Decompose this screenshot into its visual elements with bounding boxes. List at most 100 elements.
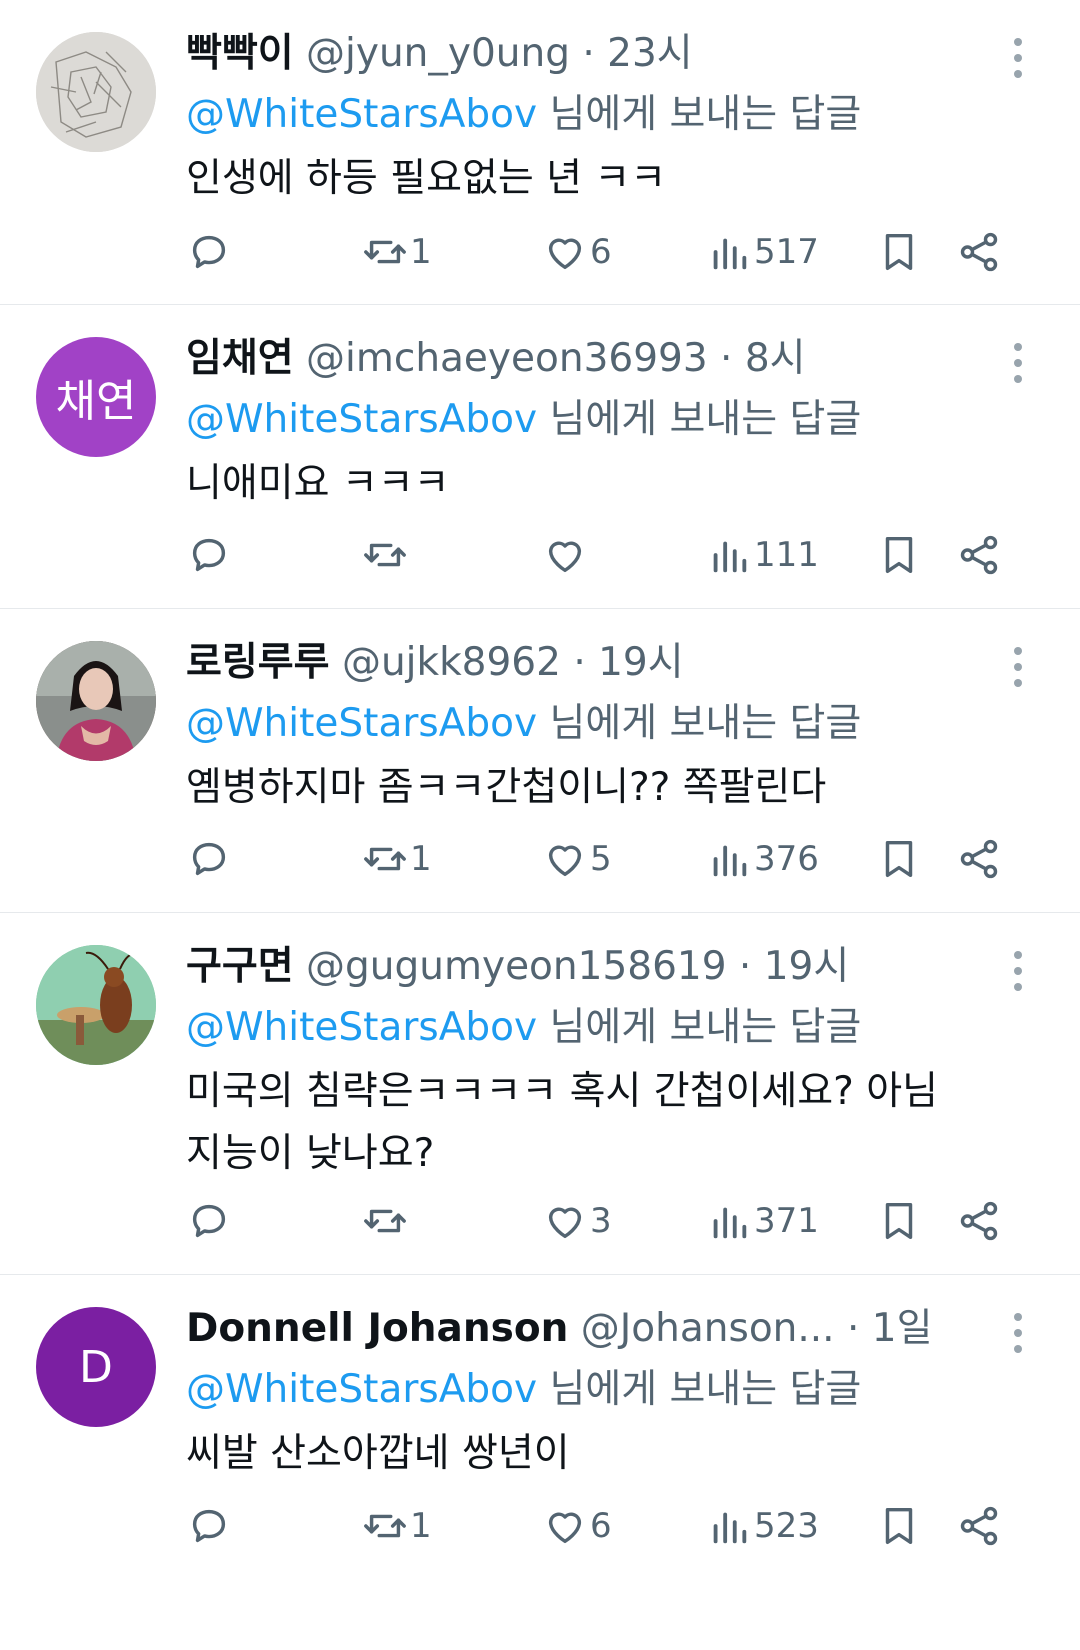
display-name[interactable]: 로링루루 [186, 640, 330, 685]
reply-mention-link[interactable]: @WhiteStarsAbov [186, 397, 537, 442]
share-icon [960, 1506, 998, 1546]
reply-icon [192, 1204, 226, 1238]
reply-icon [192, 538, 226, 572]
handle[interactable]: @ujkk8962 [342, 640, 561, 685]
share-button[interactable] [956, 1191, 1002, 1251]
like-icon [548, 238, 582, 270]
handle[interactable]: @jyun_y0ung [306, 31, 570, 76]
timestamp[interactable]: · 8시 [708, 336, 806, 381]
reply-button[interactable] [186, 1191, 232, 1251]
reply-button[interactable] [186, 829, 232, 889]
tweet-reply-2[interactable]: 채연 임채연 @imchaeyeon36993 · 8시 @WhiteStars… [0, 305, 1080, 609]
retweet-button[interactable] [362, 525, 410, 585]
reply-button[interactable] [186, 222, 232, 282]
display-name[interactable]: 임채연 [186, 336, 294, 381]
more-icon[interactable] [1014, 647, 1022, 687]
reply-mention-link[interactable]: @WhiteStarsAbov [186, 92, 537, 137]
avatar[interactable] [36, 945, 156, 1065]
like-button[interactable] [542, 525, 590, 585]
retweet-button[interactable]: 1 [362, 222, 432, 282]
action-bar: 1 6 517 [186, 222, 1040, 282]
reply-mention-link[interactable]: @WhiteStarsAbov [186, 701, 537, 746]
tweet-text: 씨발 산소아깝네 쌍년이 [186, 1431, 570, 1476]
like-button[interactable]: 6 [542, 222, 612, 282]
reply-mention-link[interactable]: @WhiteStarsAbov [186, 1005, 537, 1050]
retweet-icon [364, 1209, 406, 1233]
action-bar: 111 [186, 525, 1040, 585]
share-icon [960, 535, 998, 575]
view-count: 523 [754, 1506, 819, 1546]
bookmark-button[interactable] [876, 1496, 922, 1556]
share-button[interactable] [956, 525, 1002, 585]
display-name[interactable]: 빡빡이 [186, 31, 294, 76]
retweet-button[interactable]: 1 [362, 829, 432, 889]
avatar[interactable] [36, 641, 156, 761]
bookmark-button[interactable] [876, 829, 922, 889]
timestamp[interactable]: · 1일 [835, 1306, 933, 1351]
timestamp[interactable]: · 23시 [570, 31, 692, 76]
reply-feed: 빡빡이 @jyun_y0ung · 23시 @WhiteStarsAbov 님에… [0, 0, 1080, 1650]
bookmark-icon [885, 1202, 913, 1240]
reply-suffix: 님에게 보내는 답글 [537, 397, 862, 442]
timestamp[interactable]: · 19시 [561, 640, 683, 685]
view-count: 371 [754, 1201, 819, 1241]
timestamp[interactable]: · 19시 [727, 944, 849, 989]
reply-button[interactable] [186, 1496, 232, 1556]
like-button[interactable]: 6 [542, 1496, 612, 1556]
bookmark-icon [885, 233, 913, 271]
retweet-button[interactable] [362, 1191, 410, 1251]
tweet-reply-1[interactable]: 빡빡이 @jyun_y0ung · 23시 @WhiteStarsAbov 님에… [0, 0, 1080, 305]
action-bar: 3 371 [186, 1191, 1040, 1251]
tweet-reply-4[interactable]: 구구면 @gugumyeon158619 · 19시 @WhiteStarsAb… [0, 913, 1080, 1275]
avatar-initials: 채연 [55, 376, 137, 427]
retweet-icon [364, 543, 406, 567]
like-button[interactable]: 5 [542, 829, 612, 889]
handle[interactable]: @imchaeyeon36993 [306, 336, 708, 381]
reply-icon [192, 235, 226, 269]
handle[interactable]: @Johanson... [581, 1306, 835, 1351]
reply-icon [192, 842, 226, 876]
bookmark-button[interactable] [876, 222, 922, 282]
retweet-button[interactable]: 1 [362, 1496, 432, 1556]
views-button[interactable]: 111 [706, 525, 819, 585]
avatar[interactable] [36, 32, 156, 152]
bookmark-button[interactable] [876, 1191, 922, 1251]
tweet-reply-3[interactable]: 로링루루 @ujkk8962 · 19시 @WhiteStarsAbov 님에게… [0, 609, 1080, 913]
like-count: 6 [590, 232, 612, 272]
retweet-count: 1 [410, 839, 432, 879]
display-name[interactable]: 구구면 [186, 944, 294, 989]
share-button[interactable] [956, 222, 1002, 282]
more-icon[interactable] [1014, 951, 1022, 991]
tweet-text: 니애미요 ㅋㅋㅋ [186, 461, 450, 506]
like-count: 5 [590, 839, 612, 879]
reply-icon [192, 1509, 226, 1543]
more-icon[interactable] [1014, 38, 1022, 78]
views-button[interactable]: 376 [706, 829, 819, 889]
more-icon[interactable] [1014, 343, 1022, 383]
views-button[interactable]: 523 [706, 1496, 819, 1556]
share-button[interactable] [956, 1496, 1002, 1556]
bookmark-button[interactable] [876, 525, 922, 585]
tweet-text: 옘병하지마 좀ㅋㅋ간첩이니?? 쪽팔린다 [186, 765, 827, 810]
tweet-reply-5[interactable]: D Donnell Johanson @Johanson... · 1일 @Wh… [0, 1275, 1080, 1650]
share-icon [960, 232, 998, 272]
handle[interactable]: @gugumyeon158619 [306, 944, 726, 989]
reply-suffix: 님에게 보내는 답글 [537, 701, 862, 746]
avatar[interactable]: 채연 [36, 337, 156, 457]
like-icon [548, 1207, 582, 1239]
views-button[interactable]: 371 [706, 1191, 819, 1251]
avatar[interactable]: D [36, 1307, 156, 1427]
reply-suffix: 님에게 보내는 답글 [537, 1367, 862, 1412]
display-name[interactable]: Donnell Johanson [186, 1306, 568, 1351]
view-count: 111 [754, 535, 819, 575]
like-button[interactable]: 3 [542, 1191, 612, 1251]
share-button[interactable] [956, 829, 1002, 889]
more-icon[interactable] [1014, 1313, 1022, 1353]
reply-mention-link[interactable]: @WhiteStarsAbov [186, 1367, 537, 1412]
reply-button[interactable] [186, 525, 232, 585]
view-count: 517 [754, 232, 819, 272]
retweet-icon [364, 1514, 406, 1538]
views-button[interactable]: 517 [706, 222, 819, 282]
bookmark-icon [885, 1507, 913, 1545]
replying-to: @WhiteStarsAbov 님에게 보내는 답글 [186, 389, 1040, 451]
